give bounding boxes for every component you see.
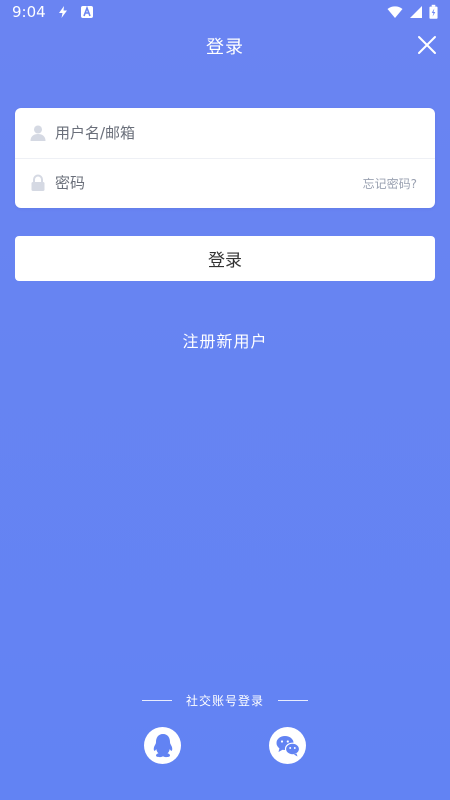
user-icon: [30, 125, 46, 141]
lock-icon: [31, 174, 45, 191]
login-form-card: 忘记密码?: [15, 108, 435, 208]
close-icon[interactable]: [416, 34, 438, 56]
status-left: 9:04: [12, 3, 94, 21]
wechat-icon: [276, 735, 300, 756]
username-input[interactable]: [55, 124, 435, 142]
status-right: [387, 4, 438, 20]
wechat-login-button[interactable]: [269, 727, 306, 764]
social-login-title: 社交账号登录: [185, 693, 264, 708]
register-link[interactable]: 注册新用户: [0, 328, 450, 352]
divider-left: [141, 699, 172, 701]
flash-icon: [58, 6, 67, 18]
forgot-password-link[interactable]: 忘记密码?: [363, 175, 417, 192]
battery-icon: [429, 4, 438, 19]
header: 登录: [0, 28, 450, 64]
qq-icon: [153, 733, 172, 757]
username-row: [15, 108, 435, 159]
login-button[interactable]: 登录: [15, 236, 435, 281]
text-a-icon: [80, 5, 93, 18]
wifi-icon: [387, 6, 403, 18]
qq-login-button[interactable]: [144, 727, 181, 764]
status-time: 9:04: [12, 3, 46, 21]
signal-icon: [410, 6, 422, 18]
password-input[interactable]: [55, 174, 363, 192]
page-title: 登录: [206, 37, 244, 58]
divider-right: [278, 699, 308, 701]
status-bar: 9:04: [0, 0, 450, 24]
password-row: 忘记密码?: [15, 158, 435, 208]
social-login-header: 社交账号登录: [0, 690, 450, 710]
